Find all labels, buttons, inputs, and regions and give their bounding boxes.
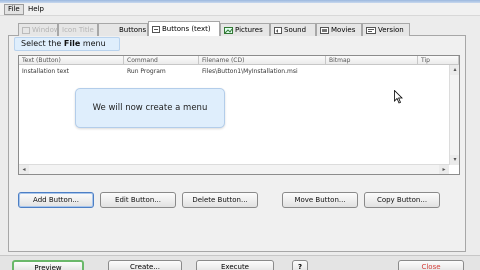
add-button-button[interactable]: Add Button... bbox=[18, 192, 94, 208]
tab-label: Version bbox=[378, 26, 404, 34]
list-header: Text (Button) Command Filename (CD) Bitm… bbox=[19, 56, 459, 65]
menu-file[interactable]: File bbox=[4, 4, 24, 15]
tab-label: Window bbox=[32, 26, 58, 34]
menu-help[interactable]: Help bbox=[25, 4, 47, 15]
buttons-text-icon bbox=[152, 25, 160, 33]
tab-strip: Window Icon Title Buttons Buttons (text)… bbox=[18, 21, 458, 36]
tab-pictures[interactable]: Pictures bbox=[220, 23, 270, 36]
menu-bar: File Help bbox=[0, 3, 480, 16]
tab-buttons[interactable]: Buttons bbox=[98, 23, 148, 36]
copy-button-button[interactable]: Copy Button... bbox=[364, 192, 440, 208]
column-header-tip[interactable]: Tip bbox=[418, 56, 459, 65]
preview-button[interactable]: Preview bbox=[12, 260, 84, 270]
vertical-scrollbar[interactable]: ▴ ▾ bbox=[449, 65, 459, 165]
cell-bitmap bbox=[326, 67, 418, 76]
window-icon bbox=[22, 26, 30, 34]
tab-version[interactable]: Version bbox=[362, 23, 410, 36]
tooltip-text: menu bbox=[80, 39, 106, 48]
cell-tip bbox=[418, 67, 449, 76]
column-header-command[interactable]: Command bbox=[124, 56, 199, 65]
column-header-bitmap[interactable]: Bitmap bbox=[326, 56, 418, 65]
tab-label: Buttons bbox=[119, 26, 147, 34]
scroll-left-icon[interactable]: ◂ bbox=[19, 165, 29, 174]
tab-label: Sound bbox=[284, 26, 307, 34]
tab-sound[interactable]: Sound bbox=[270, 23, 316, 36]
mouse-cursor-icon bbox=[394, 90, 403, 104]
scroll-down-icon[interactable]: ▾ bbox=[450, 155, 459, 165]
select-file-tooltip: Select the File menu bbox=[14, 37, 120, 51]
scroll-right-icon[interactable]: ▸ bbox=[439, 165, 449, 174]
horizontal-scrollbar[interactable]: ◂ ▸ bbox=[19, 164, 449, 174]
edit-button-button[interactable]: Edit Button... bbox=[100, 192, 176, 208]
table-row[interactable]: Installation text Run Program Files\Butt… bbox=[19, 67, 449, 76]
column-header-text[interactable]: Text (Button) bbox=[19, 56, 124, 65]
help-button[interactable]: ? bbox=[292, 260, 308, 270]
tab-label: Movies bbox=[331, 26, 356, 34]
execute-button[interactable]: Execute bbox=[196, 260, 274, 270]
column-header-filename[interactable]: Filename (CD) bbox=[199, 56, 326, 65]
tooltip-bold-text: File bbox=[63, 39, 81, 48]
tab-label: Pictures bbox=[235, 26, 263, 34]
tab-label: Buttons (text) bbox=[162, 25, 211, 33]
pictures-icon bbox=[224, 26, 233, 34]
delete-button-button[interactable]: Delete Button... bbox=[182, 192, 258, 208]
cell-text: Installation text bbox=[22, 68, 69, 75]
tab-icon-title[interactable]: Icon Title bbox=[58, 23, 98, 36]
app-window: File Help Window Icon Title Buttons Butt… bbox=[0, 0, 480, 270]
version-icon bbox=[366, 26, 376, 34]
movies-icon bbox=[320, 26, 329, 34]
tooltip-text: Select the bbox=[21, 39, 64, 48]
cell-command: Run Program bbox=[127, 68, 166, 75]
sound-icon bbox=[274, 26, 282, 34]
tab-label: Icon Title bbox=[62, 26, 94, 34]
tab-buttons-text[interactable]: Buttons (text) bbox=[148, 21, 220, 36]
create-button[interactable]: Create... bbox=[108, 260, 182, 270]
tab-movies[interactable]: Movies bbox=[316, 23, 362, 36]
cell-filename: Files\Button1\MyInstallation.msi bbox=[202, 68, 298, 75]
close-button[interactable]: Close bbox=[398, 260, 464, 270]
tab-window[interactable]: Window bbox=[18, 23, 58, 36]
scroll-up-icon[interactable]: ▴ bbox=[450, 65, 459, 75]
move-button-button[interactable]: Move Button... bbox=[282, 192, 358, 208]
create-menu-tooltip: We will now create a menu bbox=[75, 88, 225, 128]
